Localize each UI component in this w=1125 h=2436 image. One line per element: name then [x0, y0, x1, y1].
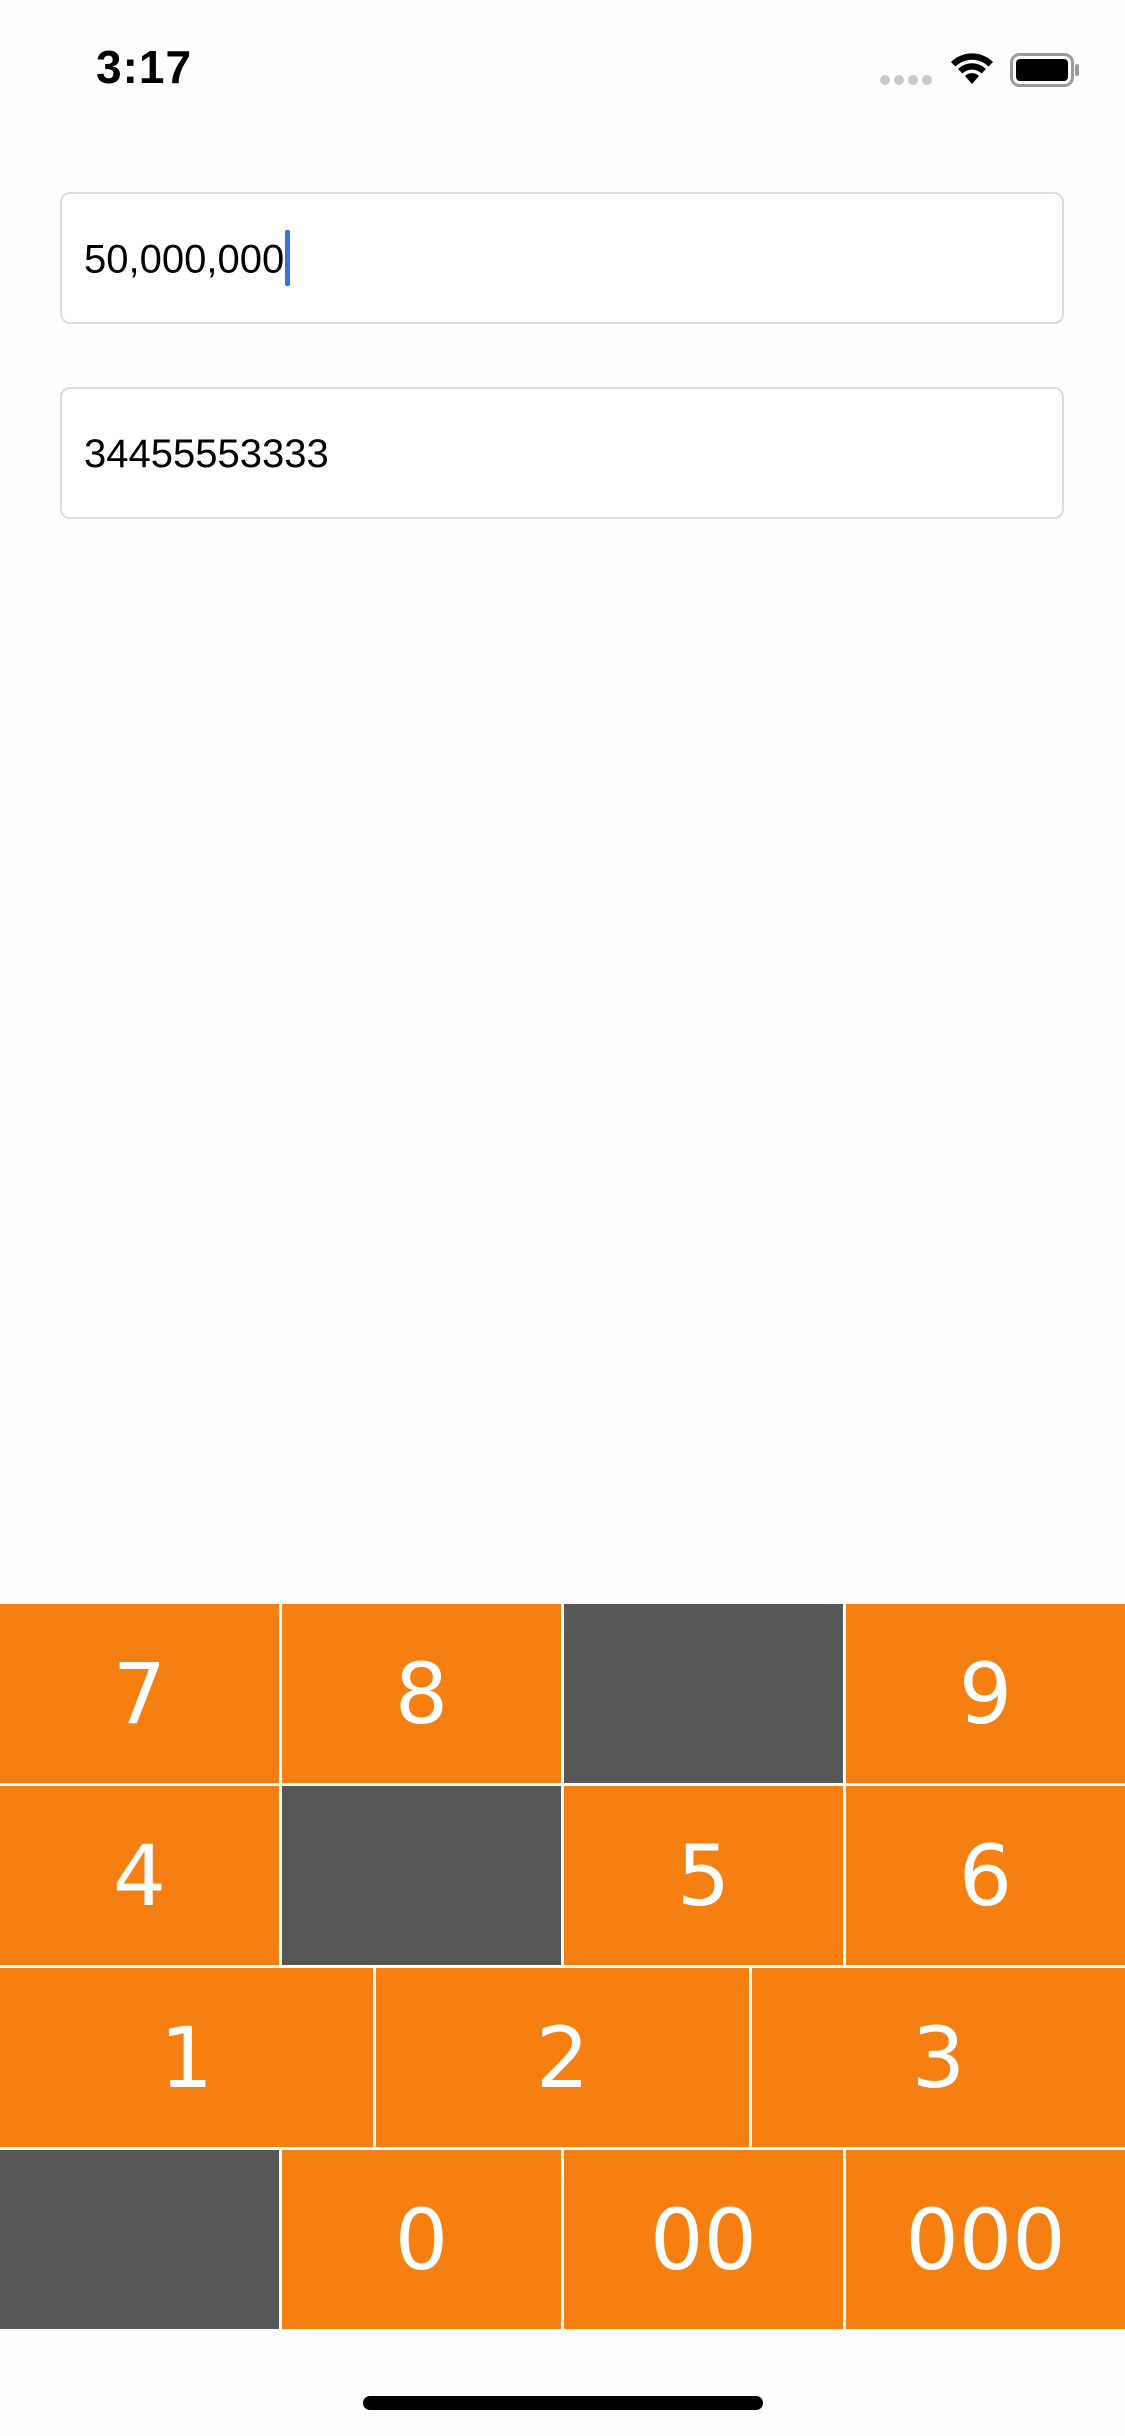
key-7[interactable]: 7: [0, 1604, 279, 1783]
numeric-keypad: 7 8 9 4 5 6 1 2 3 0 00 000: [0, 1604, 1125, 2334]
key-5[interactable]: 5: [564, 1786, 843, 1965]
status-bar: 3:17: [0, 0, 1125, 140]
key-blank[interactable]: [0, 2150, 279, 2329]
wifi-icon: [950, 50, 994, 86]
cellular-signal-icon: [880, 75, 934, 85]
amount-input[interactable]: 50,000,000: [60, 192, 1064, 324]
key-00[interactable]: 00: [564, 2150, 843, 2329]
key-blank[interactable]: [282, 1786, 561, 1965]
text-caret: [285, 230, 291, 286]
key-6[interactable]: 6: [846, 1786, 1125, 1965]
amount-input-value: 50,000,000: [84, 237, 285, 282]
battery-icon: [1010, 53, 1080, 87]
key-0[interactable]: 0: [282, 2150, 561, 2329]
key-3[interactable]: 3: [752, 1968, 1125, 2147]
key-9[interactable]: 9: [846, 1604, 1125, 1783]
home-indicator[interactable]: [363, 2396, 763, 2410]
key-2[interactable]: 2: [376, 1968, 749, 2147]
status-time: 3:17: [96, 41, 193, 93]
phone-input-value: 34455553333: [84, 432, 329, 476]
key-000[interactable]: 000: [846, 2150, 1125, 2329]
key-blank[interactable]: [564, 1604, 843, 1783]
key-1[interactable]: 1: [0, 1968, 373, 2147]
key-8[interactable]: 8: [282, 1604, 561, 1783]
key-4[interactable]: 4: [0, 1786, 279, 1965]
phone-input[interactable]: 34455553333: [60, 387, 1064, 519]
